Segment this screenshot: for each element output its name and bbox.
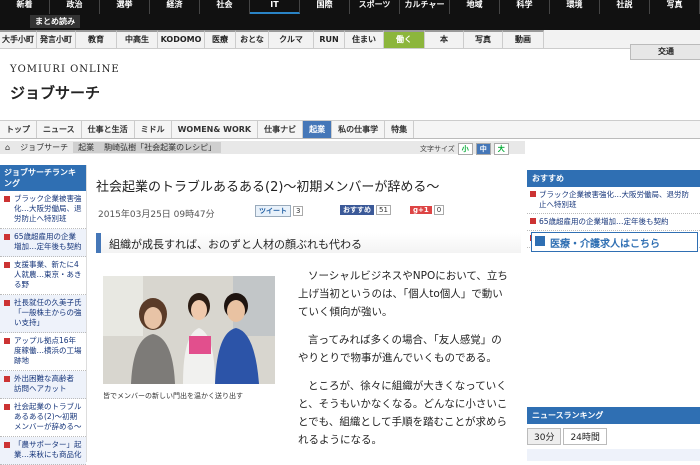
font-size-medium[interactable]: 中 (475, 143, 491, 155)
article-title: 社会起業のトラブルあるある(2)〜初期メンバーが辞める〜 (96, 180, 440, 195)
topnav-item[interactable]: 社説 (600, 0, 650, 14)
topnav-item[interactable]: 新着 (0, 0, 50, 14)
ranking-item[interactable]: 支援事業、新たに4人就農…東京・あきる野 (0, 257, 86, 295)
home-icon[interactable]: ⌂ (0, 143, 15, 152)
ranking-tab-30min[interactable]: 30分 (527, 428, 562, 445)
topnav-item[interactable]: 選挙 (100, 0, 150, 14)
genre-item[interactable]: 働く (384, 30, 425, 48)
genre-item[interactable]: クルマ (269, 30, 314, 48)
section-tab[interactable]: ミドル (135, 121, 172, 138)
breadcrumb-item-1[interactable]: ジョブサーチ (15, 142, 73, 153)
recommend-item[interactable]: ブラック企業被害強化…大阪労働局、退労防止へ特別班 (527, 187, 700, 214)
facebook-like-button[interactable]: おすすめ (340, 205, 374, 215)
photo-caption: 皆でメンバーの新しい門出を温かく送り出す (103, 392, 243, 400)
ranking-item[interactable]: 社長就任の久美子氏「一般株主からの強い支持」 (0, 295, 86, 333)
topnav-item[interactable]: 写真 (650, 0, 700, 14)
ranking-item[interactable]: 65歳超雇用の企業増加…定年後も契約 (0, 229, 86, 257)
section-tab[interactable]: ニュース (37, 121, 82, 138)
banner-label: 医療・介護求人はこちら (550, 239, 660, 250)
googleplus-share: g+1 0 (410, 205, 445, 215)
genre-item[interactable]: 発言小町 (37, 30, 76, 48)
article-subhead: 組織が成長すれば、おのずと人材の顔ぶれも代わる (96, 233, 521, 253)
font-size-label: 文字サイズ (420, 145, 455, 153)
genre-item[interactable]: おとな (236, 30, 269, 48)
paragraph: 言ってみれば多くの場合、「友人感覚」のやりとりで物事が進んでいくものである。 (298, 334, 502, 364)
section-tabs: トップ ニュース 仕事と生活 ミドル WOMEN& WORK 仕事ナビ 起業 私の仕事学 特集 (0, 120, 700, 139)
section-logo[interactable]: ジョブサーチ (10, 82, 100, 103)
topnav-item[interactable]: カルチャー (400, 0, 450, 14)
ranking-item[interactable]: 社会起業のトラブルあるある(2)〜初期メンバーが辞める〜 (0, 399, 86, 437)
tweet-count: 3 (293, 206, 304, 216)
topnav-item[interactable]: 環境 (550, 0, 600, 14)
article-subhead-text: 組織が成長すれば、おのずと人材の顔ぶれも代わる (109, 238, 362, 251)
ranking-item[interactable]: 「農サポーター」起業…来秋にも商品化 (0, 437, 86, 465)
genre-item[interactable]: KODOMO (158, 30, 205, 48)
section-tab[interactable]: WOMEN& WORK (172, 121, 259, 138)
ranking-item[interactable]: ブラック企業被害強化…大阪労働局、退労防止へ特別班 (0, 191, 86, 229)
facebook-count: 51 (376, 205, 391, 215)
photo-illustration (103, 276, 275, 384)
section-tab[interactable]: 起業 (303, 121, 333, 138)
ranking-tabs: 30分 24時間 (527, 428, 700, 445)
topnav-item[interactable]: 国際 (300, 0, 350, 14)
paragraph: ソーシャルビジネスやNPOにおいて、立ち上げ当初というのは、「個人to個人」で動… (298, 270, 508, 318)
article-photo (103, 276, 275, 384)
topnav-item[interactable]: 地域 (450, 0, 500, 14)
topnav-item[interactable]: 社会 (200, 0, 250, 14)
section-tab[interactable]: 仕事ナビ (258, 121, 304, 138)
left-ranking-sidebar: ジョブサーチランキング ブラック企業被害強化…大阪労働局、退労防止へ特別班 65歳… (0, 165, 87, 465)
left-ranking-head: ジョブサーチランキング (0, 165, 86, 191)
genre-item[interactable]: 本 (425, 30, 464, 48)
article-body: ソーシャルビジネスやNPOにおいて、立ち上げ当初というのは、「個人to個人」で動… (298, 267, 512, 459)
font-size-switcher: 文字サイズ 小 中 大 (420, 143, 509, 155)
breadcrumb-item-2[interactable]: 起業 (73, 142, 100, 153)
news-ranking: ニュースランキング 30分 24時間 (527, 407, 700, 461)
top-navigation: 新着 政治 選挙 経済 社会 IT 国際 スポーツ カルチャー 地域 科学 環境 社説 写真 まとめ読み (0, 0, 700, 30)
genre-item[interactable]: 大手小町 (0, 30, 37, 48)
breadcrumb-item-3[interactable]: 駒崎弘樹「社会起業のレシピ」 (99, 142, 222, 153)
news-ranking-head: ニュースランキング (527, 407, 700, 424)
genre-item[interactable]: 写真 (464, 30, 503, 48)
site-logo[interactable]: YOMIURI ONLINE (10, 64, 120, 75)
section-tab[interactable]: 私の仕事学 (332, 121, 386, 138)
article-date: 2015年03月25日 09時47分 (98, 210, 215, 220)
topnav-item[interactable]: スポーツ (350, 0, 400, 14)
genre-item[interactable]: 中高生 (117, 30, 158, 48)
section-tab[interactable]: トップ (0, 121, 37, 138)
genre-item[interactable]: 動画 (503, 30, 544, 48)
facebook-share: おすすめ 51 (340, 205, 391, 215)
ranking-item[interactable]: アップル拠点16年度稼働…横浜の工場跡地 (0, 333, 86, 371)
tweet-share: ツイート 3 (255, 205, 304, 217)
genre-navigation: 大手小町 発言小町 教育 中高生 KODOMO 医療 おとな クルマ RUN 住まい 働く本写真 動画 (0, 30, 700, 49)
recommend-head: おすすめ (527, 170, 700, 187)
paragraph: ところが、徐々に組織が大きくなっていくと、そうもいかなくなる。どんなに小さいこと… (298, 380, 508, 446)
genre-item[interactable]: 医療 (205, 30, 236, 48)
topnav-item[interactable]: 経済 (150, 0, 200, 14)
tweet-button[interactable]: ツイート (255, 205, 291, 217)
ranking-strip (527, 449, 700, 461)
genre-item[interactable]: 住まい (345, 30, 384, 48)
kotsu-link[interactable]: 交通 (630, 44, 700, 60)
ranking-item[interactable]: 外出困難な高齢者 訪問ヘアカット (0, 371, 86, 399)
genre-item[interactable]: 教育 (76, 30, 117, 48)
googleplus-count: 0 (433, 205, 445, 215)
arrow-right-icon (535, 236, 545, 246)
top-nav-row: 新着 政治 選挙 経済 社会 IT 国際 スポーツ カルチャー 地域 科学 環境 社説 写真 (0, 0, 700, 14)
genre-item[interactable]: RUN (314, 30, 345, 48)
googleplus-button[interactable]: g+1 (410, 206, 432, 214)
topnav-item[interactable]: IT (250, 0, 300, 14)
section-tab[interactable]: 仕事と生活 (82, 121, 135, 138)
matome-link[interactable]: まとめ読み (30, 15, 80, 28)
font-size-small[interactable]: 小 (457, 143, 473, 155)
section-tab[interactable]: 特集 (385, 121, 415, 138)
topnav-item[interactable]: 政治 (50, 0, 100, 14)
medical-jobs-banner[interactable]: 医療・介護求人はこちら (531, 232, 698, 252)
font-size-large[interactable]: 大 (493, 143, 509, 155)
topnav-item[interactable]: 科学 (500, 0, 550, 14)
recommend-item[interactable]: 65歳超雇用の企業増加…定年後も契約 (527, 214, 700, 231)
ranking-tab-24h[interactable]: 24時間 (563, 428, 607, 445)
